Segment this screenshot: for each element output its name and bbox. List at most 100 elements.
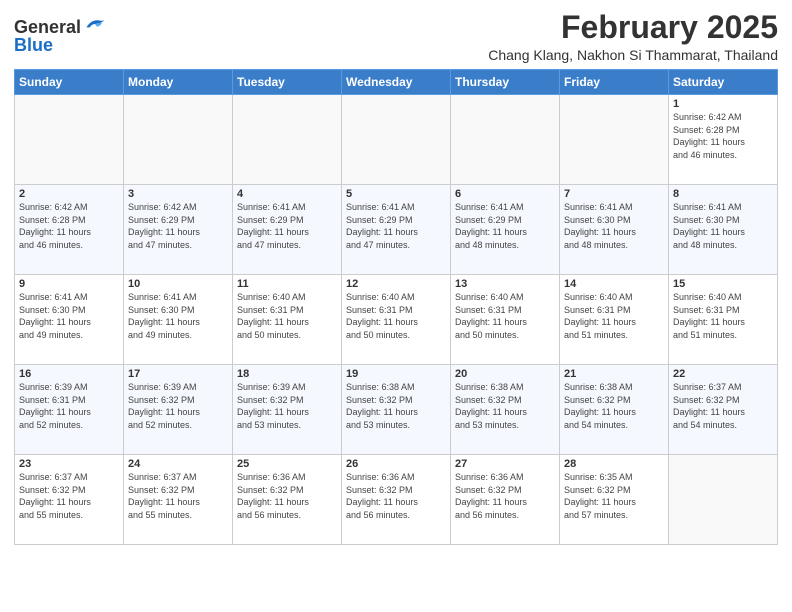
- calendar-header-sunday: Sunday: [15, 70, 124, 95]
- day-info: Sunrise: 6:37 AM Sunset: 6:32 PM Dayligh…: [673, 381, 773, 431]
- day-info: Sunrise: 6:42 AM Sunset: 6:29 PM Dayligh…: [128, 201, 228, 251]
- calendar-week-row: 9Sunrise: 6:41 AM Sunset: 6:30 PM Daylig…: [15, 275, 778, 365]
- day-number: 14: [564, 278, 664, 290]
- logo: General Blue: [14, 14, 107, 54]
- day-number: 20: [455, 368, 555, 380]
- day-info: Sunrise: 6:40 AM Sunset: 6:31 PM Dayligh…: [564, 291, 664, 341]
- day-info: Sunrise: 6:41 AM Sunset: 6:29 PM Dayligh…: [455, 201, 555, 251]
- day-info: Sunrise: 6:39 AM Sunset: 6:32 PM Dayligh…: [128, 381, 228, 431]
- calendar-cell: 13Sunrise: 6:40 AM Sunset: 6:31 PM Dayli…: [451, 275, 560, 365]
- day-info: Sunrise: 6:39 AM Sunset: 6:31 PM Dayligh…: [19, 381, 119, 431]
- day-number: 15: [673, 278, 773, 290]
- day-number: 3: [128, 188, 228, 200]
- day-number: 28: [564, 458, 664, 470]
- day-info: Sunrise: 6:36 AM Sunset: 6:32 PM Dayligh…: [346, 471, 446, 521]
- day-number: 13: [455, 278, 555, 290]
- calendar-cell: [233, 95, 342, 185]
- day-number: 7: [564, 188, 664, 200]
- subtitle: Chang Klang, Nakhon Si Thammarat, Thaila…: [107, 47, 778, 63]
- title-section: February 2025 Chang Klang, Nakhon Si Tha…: [107, 10, 778, 63]
- day-number: 8: [673, 188, 773, 200]
- calendar-cell: 9Sunrise: 6:41 AM Sunset: 6:30 PM Daylig…: [15, 275, 124, 365]
- day-number: 23: [19, 458, 119, 470]
- day-info: Sunrise: 6:40 AM Sunset: 6:31 PM Dayligh…: [455, 291, 555, 341]
- day-info: Sunrise: 6:41 AM Sunset: 6:30 PM Dayligh…: [19, 291, 119, 341]
- day-info: Sunrise: 6:40 AM Sunset: 6:31 PM Dayligh…: [237, 291, 337, 341]
- calendar-cell: [669, 455, 778, 545]
- day-number: 4: [237, 188, 337, 200]
- day-number: 27: [455, 458, 555, 470]
- calendar-cell: 27Sunrise: 6:36 AM Sunset: 6:32 PM Dayli…: [451, 455, 560, 545]
- logo-bird-icon: [83, 14, 107, 34]
- header: General Blue February 2025 Chang Klang, …: [14, 10, 778, 63]
- calendar-cell: 16Sunrise: 6:39 AM Sunset: 6:31 PM Dayli…: [15, 365, 124, 455]
- day-number: 9: [19, 278, 119, 290]
- day-number: 24: [128, 458, 228, 470]
- calendar-header-row: SundayMondayTuesdayWednesdayThursdayFrid…: [15, 70, 778, 95]
- day-number: 22: [673, 368, 773, 380]
- day-info: Sunrise: 6:38 AM Sunset: 6:32 PM Dayligh…: [346, 381, 446, 431]
- day-number: 21: [564, 368, 664, 380]
- calendar-header-thursday: Thursday: [451, 70, 560, 95]
- main-title: February 2025: [107, 10, 778, 45]
- calendar-cell: 8Sunrise: 6:41 AM Sunset: 6:30 PM Daylig…: [669, 185, 778, 275]
- calendar-cell: 7Sunrise: 6:41 AM Sunset: 6:30 PM Daylig…: [560, 185, 669, 275]
- calendar-header-wednesday: Wednesday: [342, 70, 451, 95]
- logo-blue-text: Blue: [14, 36, 53, 54]
- calendar-cell: [124, 95, 233, 185]
- day-info: Sunrise: 6:42 AM Sunset: 6:28 PM Dayligh…: [19, 201, 119, 251]
- calendar-header-tuesday: Tuesday: [233, 70, 342, 95]
- day-info: Sunrise: 6:42 AM Sunset: 6:28 PM Dayligh…: [673, 111, 773, 161]
- day-info: Sunrise: 6:38 AM Sunset: 6:32 PM Dayligh…: [455, 381, 555, 431]
- day-number: 18: [237, 368, 337, 380]
- calendar-cell: 28Sunrise: 6:35 AM Sunset: 6:32 PM Dayli…: [560, 455, 669, 545]
- calendar-cell: 24Sunrise: 6:37 AM Sunset: 6:32 PM Dayli…: [124, 455, 233, 545]
- day-info: Sunrise: 6:36 AM Sunset: 6:32 PM Dayligh…: [455, 471, 555, 521]
- day-info: Sunrise: 6:40 AM Sunset: 6:31 PM Dayligh…: [673, 291, 773, 341]
- day-info: Sunrise: 6:36 AM Sunset: 6:32 PM Dayligh…: [237, 471, 337, 521]
- calendar-cell: 26Sunrise: 6:36 AM Sunset: 6:32 PM Dayli…: [342, 455, 451, 545]
- day-info: Sunrise: 6:39 AM Sunset: 6:32 PM Dayligh…: [237, 381, 337, 431]
- day-number: 6: [455, 188, 555, 200]
- calendar-cell: 5Sunrise: 6:41 AM Sunset: 6:29 PM Daylig…: [342, 185, 451, 275]
- calendar-cell: 10Sunrise: 6:41 AM Sunset: 6:30 PM Dayli…: [124, 275, 233, 365]
- calendar-cell: 11Sunrise: 6:40 AM Sunset: 6:31 PM Dayli…: [233, 275, 342, 365]
- page: General Blue February 2025 Chang Klang, …: [0, 0, 792, 612]
- calendar-cell: 20Sunrise: 6:38 AM Sunset: 6:32 PM Dayli…: [451, 365, 560, 455]
- day-number: 17: [128, 368, 228, 380]
- calendar-header-monday: Monday: [124, 70, 233, 95]
- logo-general-text: General: [14, 18, 81, 36]
- day-number: 25: [237, 458, 337, 470]
- calendar-cell: [560, 95, 669, 185]
- calendar-cell: 23Sunrise: 6:37 AM Sunset: 6:32 PM Dayli…: [15, 455, 124, 545]
- calendar-cell: 22Sunrise: 6:37 AM Sunset: 6:32 PM Dayli…: [669, 365, 778, 455]
- calendar-week-row: 1Sunrise: 6:42 AM Sunset: 6:28 PM Daylig…: [15, 95, 778, 185]
- day-info: Sunrise: 6:38 AM Sunset: 6:32 PM Dayligh…: [564, 381, 664, 431]
- calendar-cell: 15Sunrise: 6:40 AM Sunset: 6:31 PM Dayli…: [669, 275, 778, 365]
- day-info: Sunrise: 6:41 AM Sunset: 6:30 PM Dayligh…: [673, 201, 773, 251]
- calendar-cell: 2Sunrise: 6:42 AM Sunset: 6:28 PM Daylig…: [15, 185, 124, 275]
- calendar-cell: [15, 95, 124, 185]
- calendar-cell: 17Sunrise: 6:39 AM Sunset: 6:32 PM Dayli…: [124, 365, 233, 455]
- day-number: 12: [346, 278, 446, 290]
- calendar-cell: 21Sunrise: 6:38 AM Sunset: 6:32 PM Dayli…: [560, 365, 669, 455]
- day-info: Sunrise: 6:41 AM Sunset: 6:29 PM Dayligh…: [346, 201, 446, 251]
- day-info: Sunrise: 6:37 AM Sunset: 6:32 PM Dayligh…: [19, 471, 119, 521]
- day-number: 19: [346, 368, 446, 380]
- day-info: Sunrise: 6:37 AM Sunset: 6:32 PM Dayligh…: [128, 471, 228, 521]
- calendar-cell: 6Sunrise: 6:41 AM Sunset: 6:29 PM Daylig…: [451, 185, 560, 275]
- calendar-week-row: 2Sunrise: 6:42 AM Sunset: 6:28 PM Daylig…: [15, 185, 778, 275]
- calendar-cell: [451, 95, 560, 185]
- calendar-cell: 4Sunrise: 6:41 AM Sunset: 6:29 PM Daylig…: [233, 185, 342, 275]
- calendar-week-row: 16Sunrise: 6:39 AM Sunset: 6:31 PM Dayli…: [15, 365, 778, 455]
- day-number: 2: [19, 188, 119, 200]
- day-info: Sunrise: 6:41 AM Sunset: 6:30 PM Dayligh…: [564, 201, 664, 251]
- day-number: 10: [128, 278, 228, 290]
- calendar-cell: 14Sunrise: 6:40 AM Sunset: 6:31 PM Dayli…: [560, 275, 669, 365]
- day-info: Sunrise: 6:41 AM Sunset: 6:30 PM Dayligh…: [128, 291, 228, 341]
- calendar-table: SundayMondayTuesdayWednesdayThursdayFrid…: [14, 69, 778, 545]
- calendar-week-row: 23Sunrise: 6:37 AM Sunset: 6:32 PM Dayli…: [15, 455, 778, 545]
- calendar-cell: 18Sunrise: 6:39 AM Sunset: 6:32 PM Dayli…: [233, 365, 342, 455]
- calendar-cell: 19Sunrise: 6:38 AM Sunset: 6:32 PM Dayli…: [342, 365, 451, 455]
- day-number: 26: [346, 458, 446, 470]
